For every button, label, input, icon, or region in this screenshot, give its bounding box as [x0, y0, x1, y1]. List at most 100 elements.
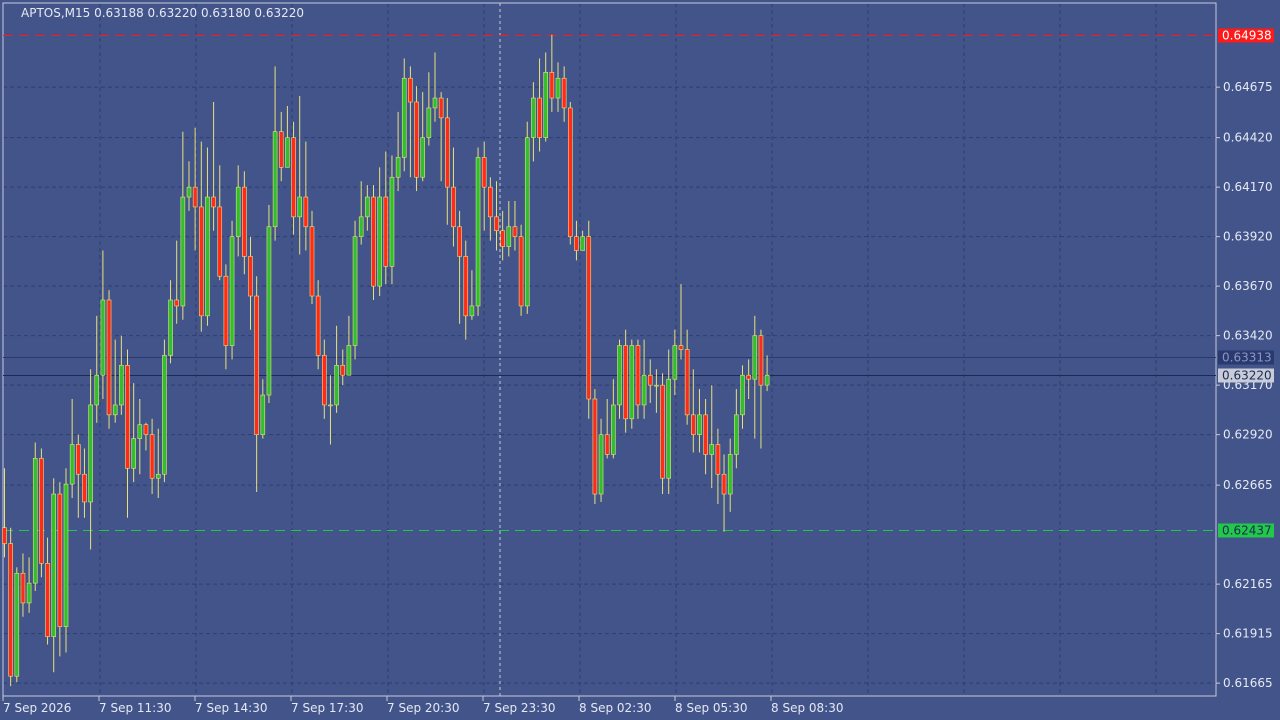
candle-body-bull — [752, 335, 758, 380]
candle-body-bear — [242, 186, 247, 257]
candle-body-bear — [647, 374, 653, 386]
candle — [266, 204, 272, 403]
candle-body-bull — [740, 374, 745, 416]
candle — [586, 220, 592, 419]
candle-body-bull — [131, 438, 136, 469]
candle-body-bull — [112, 404, 118, 416]
candle-body-bear — [684, 349, 690, 416]
candle-body-bear — [106, 299, 112, 416]
candle-body-bear — [604, 434, 610, 455]
candle-body-bear — [561, 77, 567, 109]
price-chart[interactable]: 0.64675 0.64420 0.64170 0.63920 0.63670 0.634… — [0, 0, 1280, 720]
candle-body-bull — [543, 72, 549, 138]
candle-body-bear — [678, 345, 684, 350]
candle-body-bull — [266, 226, 272, 396]
candle-body-bull — [524, 137, 530, 307]
y-tick-label: 0.64675 — [1223, 80, 1273, 94]
candle-body-bear — [703, 414, 708, 455]
candle-body-bull — [598, 434, 604, 495]
candle-body-bear — [315, 295, 321, 356]
candle-body-bull — [272, 131, 278, 228]
candle-body-bull — [727, 454, 733, 495]
candle-body-bear — [488, 186, 493, 218]
candle-body-bull — [617, 345, 622, 406]
candle-body-bear — [174, 299, 179, 307]
candle-body-bull — [14, 572, 20, 677]
y-tick-label: 0.63920 — [1223, 230, 1273, 244]
candle-body-bull — [88, 404, 93, 503]
candle-body-bull — [352, 236, 358, 346]
candle-body-bear — [321, 355, 327, 406]
candle-body-bear — [500, 230, 505, 247]
candle-body-bull — [389, 176, 395, 267]
candle-body-bear — [586, 236, 592, 400]
candle-body-bull — [346, 345, 352, 376]
chart-title: APTOS,M15 0.63188 0.63220 0.63180 0.6322… — [21, 6, 304, 20]
y-tick-label: 0.61915 — [1223, 627, 1273, 641]
candle-body-bull — [734, 414, 739, 455]
candle-body-bear — [199, 206, 204, 317]
candle-body-bull — [180, 196, 186, 307]
candle-body-bear — [125, 365, 130, 469]
candle-body-bull — [377, 196, 382, 287]
x-tick-label: 7 Sep 20:30 — [387, 701, 459, 715]
candle-body-bull — [629, 345, 635, 420]
candle-body-bull — [100, 299, 106, 376]
support-price-label: 0.62437 — [1222, 524, 1272, 538]
candle — [106, 290, 112, 429]
candle — [371, 185, 376, 300]
resistance-price-label: 0.64938 — [1222, 29, 1272, 43]
candle — [39, 448, 44, 578]
candle-body-bear — [444, 117, 450, 188]
candle-body-bull — [555, 77, 561, 99]
ask-price-label: 0.63313 — [1222, 351, 1272, 365]
candle-body-bear — [408, 77, 413, 103]
candle-body-bull — [401, 77, 407, 158]
candle-body-bull — [469, 305, 475, 317]
current-price-tag: 0.63220 — [1218, 368, 1274, 383]
candle-body-bull — [506, 226, 512, 247]
x-tick-label: 7 Sep 17:30 — [291, 701, 363, 715]
candle — [14, 567, 20, 683]
candle-body-bull — [205, 196, 210, 317]
x-tick-label: 8 Sep 08:30 — [771, 701, 843, 715]
y-tick-label: 0.63670 — [1223, 279, 1273, 293]
candle-body-bear — [457, 226, 462, 257]
candle-body-bear — [463, 256, 469, 317]
x-tick-label: 7 Sep 11:30 — [99, 701, 171, 715]
current-price-label: 0.63220 — [1222, 369, 1272, 383]
candle-body-bear — [248, 256, 253, 297]
x-tick-label: 8 Sep 02:30 — [579, 701, 651, 715]
candle — [229, 220, 235, 360]
candle-body-bear — [383, 196, 389, 267]
candle-body-bear — [721, 473, 727, 495]
candle-body-bull — [229, 236, 235, 346]
candle-body-bear — [567, 107, 573, 237]
candle-body-bear — [57, 493, 63, 628]
candle — [592, 389, 598, 504]
candle-body-bear — [82, 473, 87, 503]
candle-body-bull — [285, 137, 290, 168]
candle-body-bull — [672, 345, 678, 380]
candle-body-bear — [414, 101, 419, 178]
candle-body-bear — [278, 131, 284, 168]
candle-body-bull — [63, 483, 69, 628]
candle-body-bear — [537, 97, 542, 138]
ask-price-tag: 0.63313 — [1218, 350, 1274, 365]
candle-body-bear — [291, 137, 296, 218]
candle-body-bear — [481, 157, 487, 188]
candle-body-bull — [654, 384, 659, 387]
candle-body-bear — [143, 424, 149, 435]
candle-body-bull — [611, 404, 616, 455]
candle-body-bull — [432, 97, 438, 109]
y-tick-label: 0.62165 — [1223, 577, 1273, 591]
candle-body-bull — [162, 355, 167, 475]
candle-body-bear — [39, 458, 44, 564]
candle-body-bear — [303, 196, 309, 228]
candle-body-bear — [518, 236, 524, 307]
y-tick-label: 0.64170 — [1223, 180, 1273, 194]
candle-body-bear — [715, 444, 721, 475]
y-tick-label: 0.61665 — [1223, 676, 1273, 690]
candle-body-bear — [8, 543, 13, 677]
y-tick-label: 0.62920 — [1223, 428, 1273, 442]
